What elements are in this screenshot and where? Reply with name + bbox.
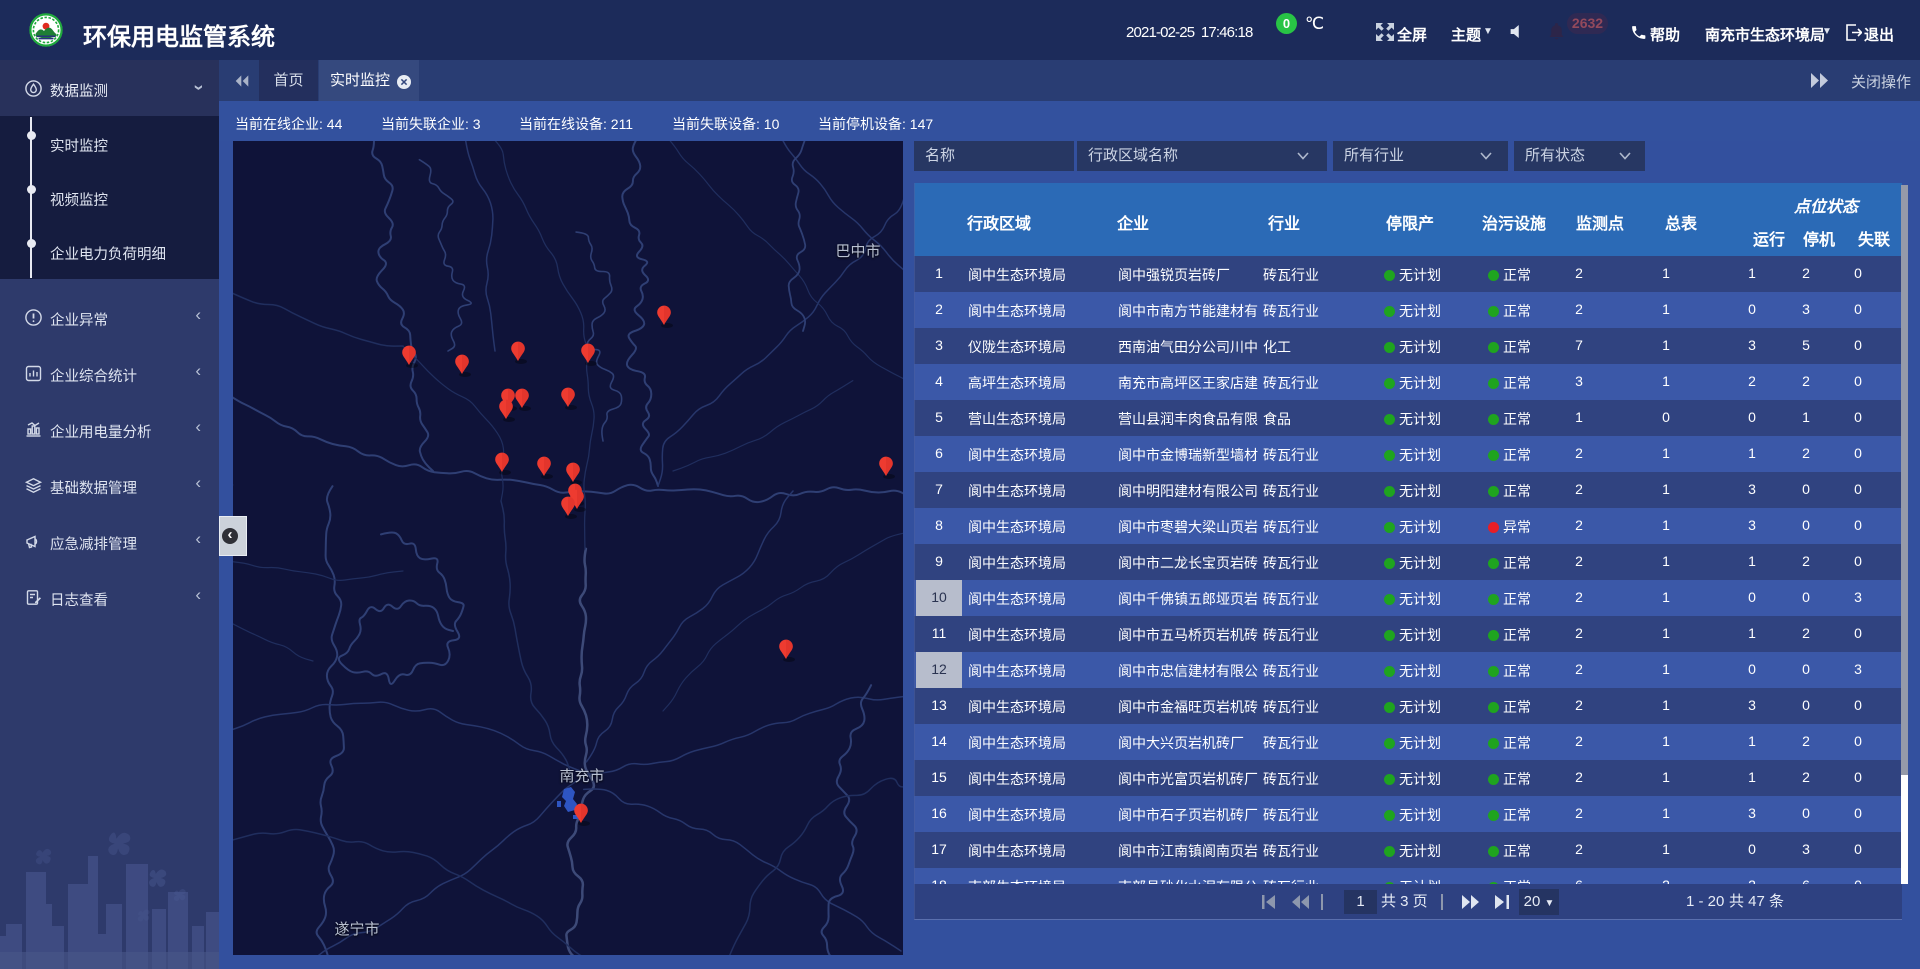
svg-text:巴中市: 巴中市 xyxy=(835,243,880,260)
svg-text:遂宁市: 遂宁市 xyxy=(334,921,379,938)
svg-text:南充市: 南充市 xyxy=(559,768,604,785)
